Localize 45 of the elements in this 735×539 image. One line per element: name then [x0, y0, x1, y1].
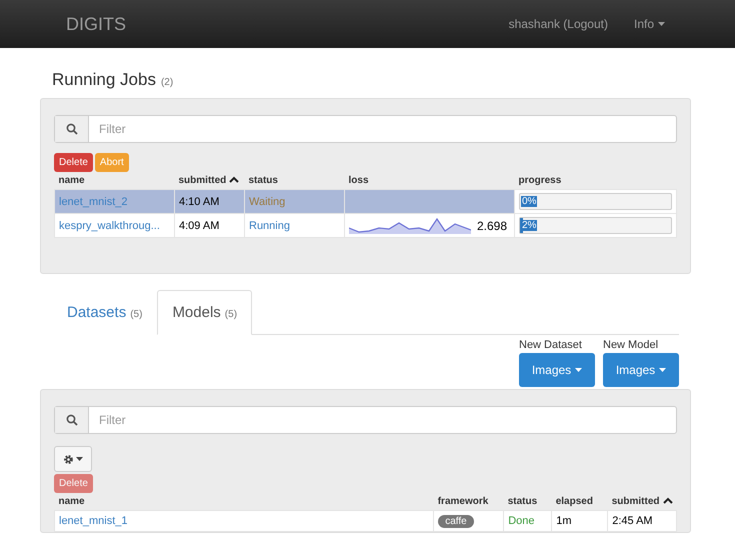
column-header[interactable]: loss	[344, 172, 514, 190]
sort-up-icon	[229, 176, 240, 183]
job-count: (2)	[160, 77, 174, 88]
search-icon	[66, 414, 78, 426]
settings-dropdown-button[interactable]	[54, 446, 92, 472]
column-header[interactable]: progress	[514, 172, 676, 190]
loss-value: 2.698	[477, 218, 508, 232]
brand-logo[interactable]: DIGITS	[66, 14, 483, 34]
search-icon	[66, 123, 78, 135]
table-cell: 1m	[552, 510, 608, 532]
column-header[interactable]: status	[244, 172, 344, 190]
section-title: Running Jobs	[52, 70, 156, 90]
images-dropdown-button[interactable]: Images	[519, 353, 595, 387]
column-header[interactable]: status	[504, 493, 552, 510]
sort-up-icon	[662, 497, 672, 504]
job-link[interactable]: kespry_walkthroug...	[59, 220, 160, 232]
column-header[interactable]: name	[54, 493, 434, 510]
status-cell: Waiting	[244, 190, 344, 214]
caret-icon	[658, 22, 665, 26]
column-header[interactable]: framework	[434, 493, 504, 510]
caret-icon	[76, 457, 83, 461]
caret-icon	[659, 368, 666, 372]
gear-icon	[63, 454, 74, 464]
status-cell: Running	[244, 214, 344, 238]
button-caption: New Dataset	[519, 339, 583, 351]
tab[interactable]: Datasets (5)	[52, 290, 158, 335]
delete-button[interactable]: Delete	[54, 153, 93, 172]
images-dropdown-button[interactable]: Images	[603, 353, 679, 387]
column-header[interactable]: name	[54, 172, 174, 190]
progress-label: 0%	[521, 196, 538, 207]
column-header[interactable]: elapsed	[552, 493, 608, 510]
status-cell: Done	[504, 510, 552, 532]
model-link[interactable]: lenet_mnist_1	[59, 515, 128, 527]
table-cell: 2:45 AM	[608, 510, 676, 532]
table-cell: 4:09 AM	[174, 214, 244, 238]
button-caption: New Model	[603, 339, 660, 351]
tab[interactable]: Models (5)	[157, 290, 252, 335]
column-header[interactable]: submitted	[174, 172, 244, 190]
caret-icon	[575, 368, 582, 372]
table-cell: 4:10 AM	[174, 190, 244, 214]
progress-label: 2%	[521, 220, 538, 231]
logout-link[interactable]: shashank (Logout)	[508, 17, 608, 31]
info-menu[interactable]: Info	[634, 17, 665, 31]
framework-cell: caffe	[434, 510, 504, 532]
column-header[interactable]: submitted	[608, 493, 676, 510]
